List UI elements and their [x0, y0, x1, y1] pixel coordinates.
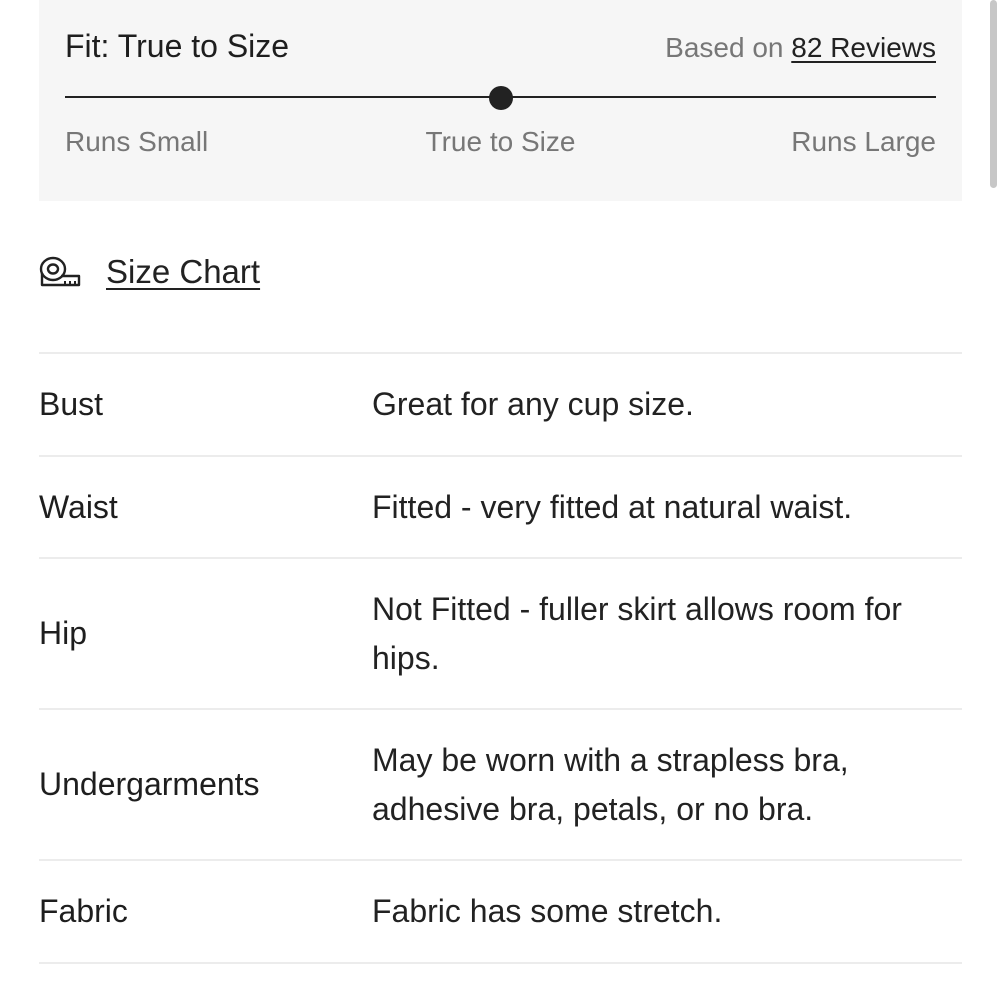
fit-summary-card: Fit: True to Size Based on 82 Reviews Ru… [39, 0, 962, 201]
fit-detail-row: Hip Not Fitted - fuller skirt allows room… [39, 557, 962, 708]
fit-scale-indicator [488, 86, 513, 110]
size-chart-label: Size Chart [106, 253, 261, 290]
reviews-link[interactable]: 82 Reviews [791, 32, 936, 63]
fit-detail-label: Bust [39, 386, 104, 422]
fit-detail-value: Fitted - very fitted at natural waist. [372, 488, 853, 525]
fit-detail-row: Waist Fitted - very fitted at natural wai… [39, 455, 962, 557]
fit-detail-value: May be worn with a strapless bra, adhesi… [372, 741, 849, 827]
fit-detail-label: Hip [39, 615, 88, 651]
fit-label-true-to-size: True to Size [425, 126, 576, 157]
measuring-tape-icon [39, 256, 81, 287]
fit-label-runs-small: Runs Small [65, 126, 209, 157]
based-on-text: Based on [665, 32, 784, 63]
fit-detail-row: Fabric Fabric has some stretch. [39, 859, 962, 962]
size-chart-link[interactable]: Size Chart [39, 253, 260, 291]
fit-detail-value: Not Fitted - fuller skirt allows room fo… [372, 590, 902, 676]
fit-detail-value: Fabric has some stretch. [372, 893, 723, 929]
fit-detail-row: Bust Great for any cup size. [39, 352, 962, 455]
fit-detail-row: Undergarments May be worn with a straples… [39, 708, 962, 859]
fit-detail-row-partial [39, 962, 962, 1000]
product-fit-panel: Fit: True to Size Based on 82 Reviews Ru… [0, 0, 1000, 1000]
page-scrollbar[interactable] [990, 0, 997, 188]
fit-label-runs-large: Runs Large [791, 126, 936, 157]
fit-title: Fit: True to Size [65, 28, 290, 64]
fit-detail-label: Fabric [39, 893, 128, 929]
fit-detail-label: Undergarments [39, 766, 260, 802]
reviews-summary: Based on 82 Reviews [665, 32, 936, 64]
fit-details-table: Bust Great for any cup size. Waist Fitted -… [39, 352, 962, 1000]
fit-detail-label: Waist [39, 488, 118, 525]
fit-detail-value: Great for any cup size. [372, 386, 694, 422]
